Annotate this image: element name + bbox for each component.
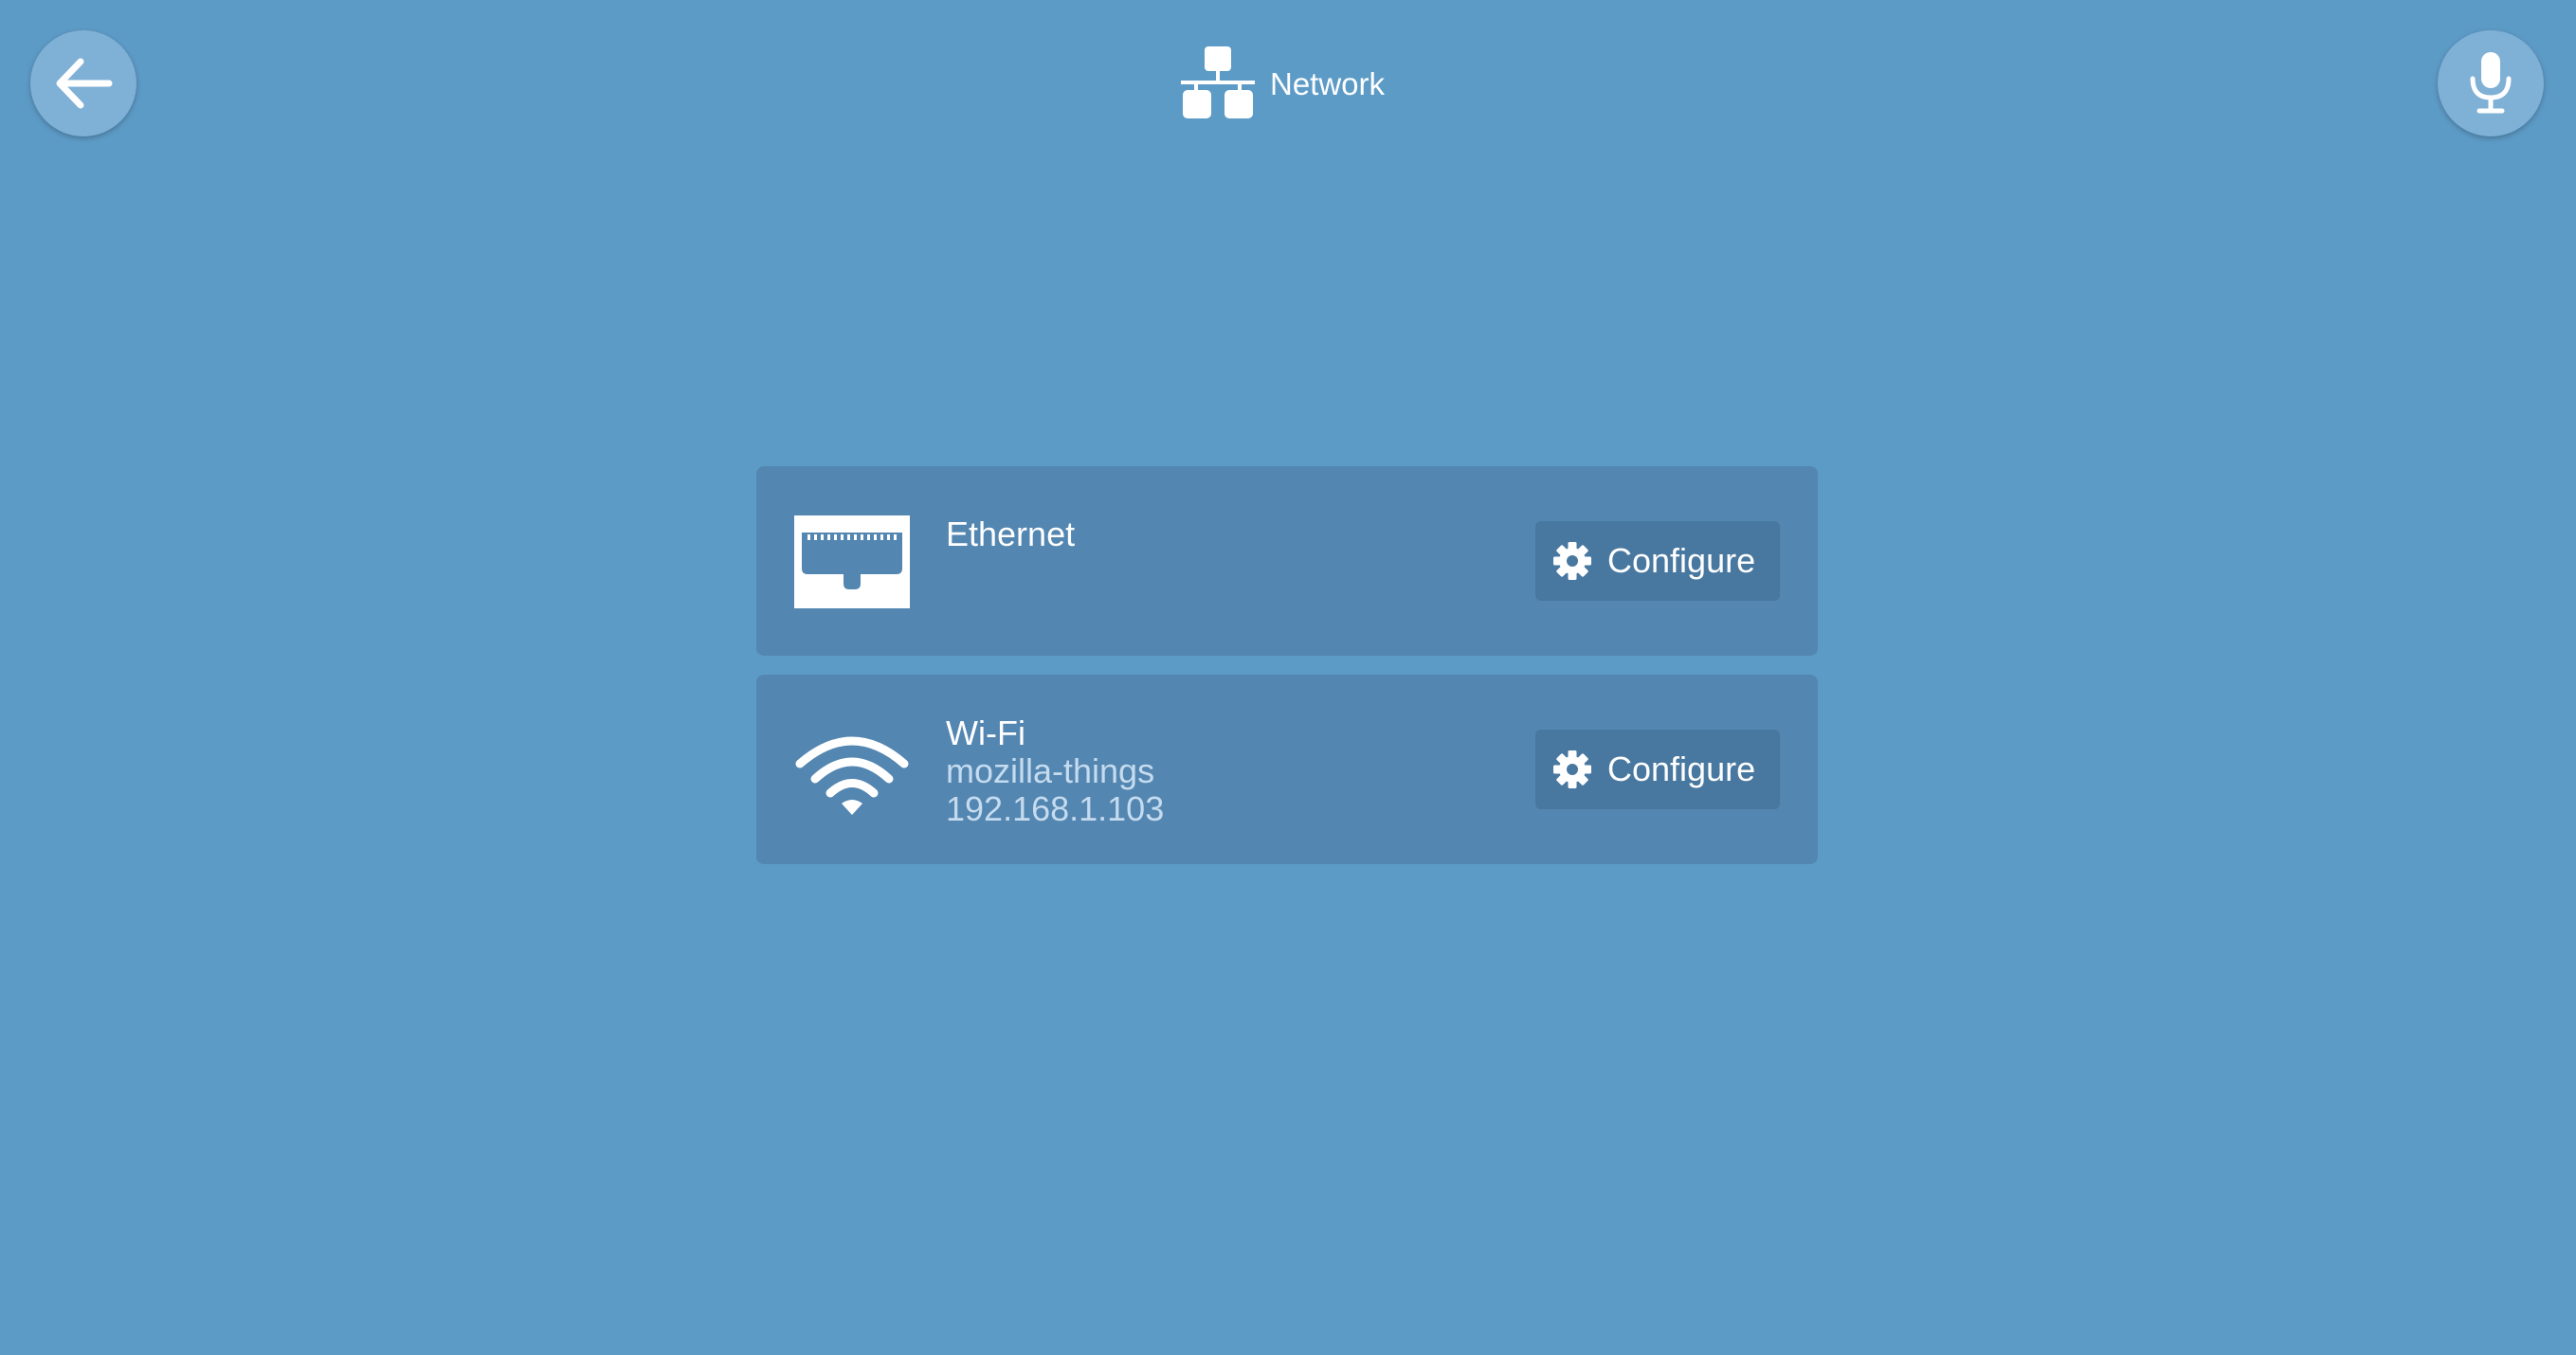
network-settings-page: Network Ethernet Configure Wi-Fi mozilla… — [0, 0, 2576, 1355]
page-title: Network — [1179, 45, 1385, 121]
microphone-button[interactable] — [2438, 30, 2544, 136]
arrow-left-icon — [56, 58, 113, 109]
ethernet-configure-button[interactable]: Configure — [1535, 521, 1780, 601]
configure-label: Configure — [1607, 750, 1756, 788]
ethernet-port-icon — [794, 515, 910, 608]
wifi-network-name: mozilla-things — [946, 751, 1155, 790]
wifi-icon — [795, 736, 909, 815]
connection-name: Wi-Fi — [946, 714, 1025, 752]
ethernet-info: Ethernet — [946, 515, 1075, 553]
ip-address: 192.168.1.103 — [946, 789, 1165, 828]
gear-icon — [1553, 542, 1591, 580]
page-title-text: Network — [1270, 65, 1386, 101]
wifi-info: Wi-Fi mozilla-things 192.168.1.103 — [946, 714, 1164, 828]
wifi-configure-button[interactable]: Configure — [1535, 730, 1780, 809]
configure-label: Configure — [1607, 541, 1756, 580]
gear-icon — [1553, 750, 1591, 788]
ethernet-card: Ethernet Configure — [756, 466, 1818, 656]
wifi-card: Wi-Fi mozilla-things 192.168.1.103 Confi… — [756, 675, 1818, 864]
microphone-icon — [2470, 52, 2512, 114]
back-button[interactable] — [30, 30, 136, 136]
connection-name: Ethernet — [946, 515, 1076, 553]
network-icon — [1181, 46, 1255, 118]
